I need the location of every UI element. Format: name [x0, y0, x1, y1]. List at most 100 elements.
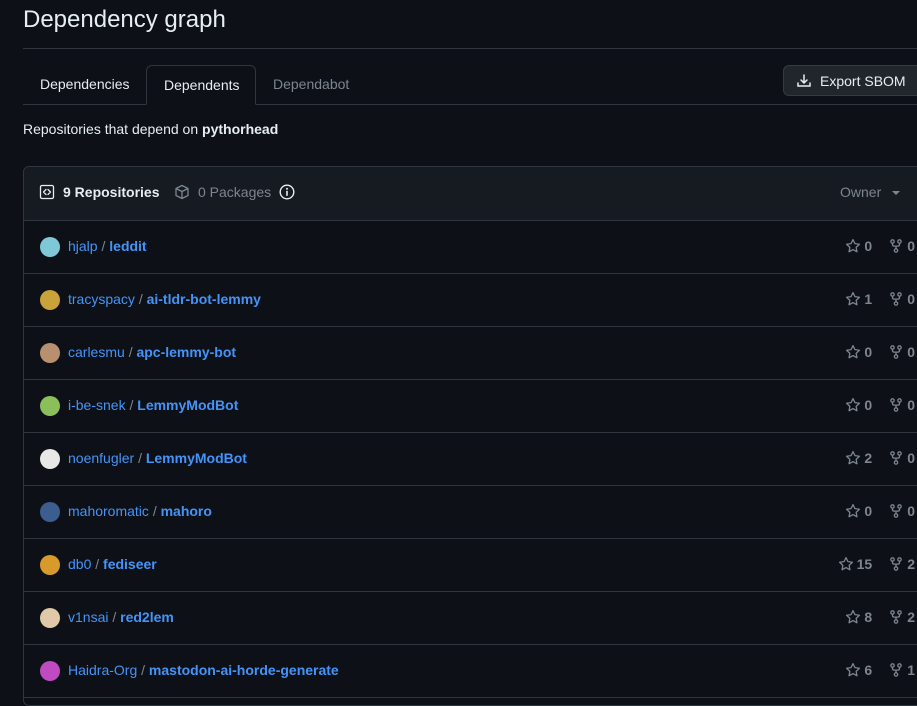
forks-value: 0	[907, 450, 915, 466]
table-row: v1nsai / red2lem 8 2	[24, 592, 917, 645]
forks-count: 0	[888, 450, 915, 466]
avatar[interactable]	[40, 502, 60, 522]
avatar[interactable]	[40, 449, 60, 469]
code-square-icon	[39, 184, 55, 200]
repo-link[interactable]: mastodon-ai-horde-generate	[149, 662, 339, 678]
star-icon	[846, 397, 861, 412]
dependents-rows: hjalp / leddit 0 0 tracyspacy / ai-tldr-…	[24, 221, 917, 698]
repo-name: v1nsai / red2lem	[68, 609, 174, 625]
repo-link[interactable]: mahoro	[161, 503, 212, 519]
avatar[interactable]	[40, 396, 60, 416]
dependents-description: Repositories that depend on pythorhead	[23, 121, 278, 137]
repo-link[interactable]: red2lem	[120, 609, 174, 625]
packages-filter[interactable]: 0 Packages	[174, 184, 295, 200]
stars-value: 2	[864, 450, 873, 466]
star-icon	[846, 503, 861, 518]
repo-link[interactable]: apc-lemmy-bot	[136, 344, 236, 360]
avatar[interactable]	[40, 237, 60, 257]
owner-link[interactable]: carlesmu	[68, 344, 125, 360]
stars-value: 0	[864, 503, 873, 519]
forks-value: 0	[907, 344, 915, 360]
stars-value: 15	[856, 556, 873, 572]
tab-dependents[interactable]: Dependents	[146, 65, 256, 105]
repo-stats: 6 1	[829, 662, 915, 678]
path-separator: /	[95, 556, 104, 572]
export-sbom-button[interactable]: Export SBOM	[783, 65, 917, 96]
repo-link[interactable]: fediseer	[103, 556, 157, 572]
avatar[interactable]	[40, 608, 60, 628]
stars-value: 6	[864, 662, 873, 678]
fork-icon	[890, 663, 903, 677]
owner-link[interactable]: noenfugler	[68, 450, 134, 466]
stars-count: 8	[845, 609, 872, 625]
repo-name: mahoromatic / mahoro	[68, 503, 212, 519]
repo-stats: 15 2	[822, 556, 915, 572]
star-icon	[846, 609, 861, 624]
repo-link[interactable]: LemmyModBot	[137, 397, 238, 413]
fork-icon	[890, 239, 903, 253]
forks-count: 0	[888, 344, 915, 360]
star-icon	[838, 556, 853, 571]
stars-count: 0	[845, 344, 872, 360]
avatar[interactable]	[40, 290, 60, 310]
owner-link[interactable]: db0	[68, 556, 91, 572]
forks-value: 2	[907, 609, 915, 625]
table-row: tracyspacy / ai-tldr-bot-lemmy 1 0	[24, 274, 917, 327]
owner-link[interactable]: Haidra-Org	[68, 662, 137, 678]
repo-stats: 1 0	[829, 291, 915, 307]
repo-name: carlesmu / apc-lemmy-bot	[68, 344, 236, 360]
repo-link[interactable]: LemmyModBot	[146, 450, 247, 466]
repo-name: tracyspacy / ai-tldr-bot-lemmy	[68, 291, 261, 307]
stars-count: 2	[845, 450, 872, 466]
forks-value: 2	[907, 556, 915, 572]
info-icon[interactable]	[279, 184, 295, 200]
export-sbom-label: Export SBOM	[820, 72, 906, 89]
repo-stats: 0 0	[829, 503, 915, 519]
title-divider	[23, 48, 917, 49]
repo-link[interactable]: leddit	[109, 238, 146, 254]
avatar[interactable]	[40, 555, 60, 575]
stars-count: 0	[845, 503, 872, 519]
caret-down-icon	[892, 191, 901, 195]
fork-icon	[890, 345, 903, 359]
path-separator: /	[141, 662, 149, 678]
fork-icon	[890, 398, 903, 412]
table-row: carlesmu / apc-lemmy-bot 0 0	[24, 327, 917, 380]
forks-value: 0	[907, 397, 915, 413]
forks-count: 0	[888, 397, 915, 413]
avatar[interactable]	[40, 661, 60, 681]
owner-filter-label: Owner	[840, 184, 882, 200]
owner-link[interactable]: tracyspacy	[68, 291, 135, 307]
repo-stats: 2 0	[829, 450, 915, 466]
stars-value: 0	[864, 397, 873, 413]
tab-dependencies[interactable]: Dependencies	[23, 65, 146, 104]
package-icon	[175, 184, 189, 200]
path-separator: /	[138, 291, 147, 307]
table-row: hjalp / leddit 0 0	[24, 221, 917, 274]
stars-count: 6	[845, 662, 872, 678]
tab-dependabot[interactable]: Dependabot	[256, 65, 376, 104]
stars-count: 0	[845, 397, 872, 413]
forks-count: 0	[888, 291, 915, 307]
page-title: Dependency graph	[23, 6, 226, 33]
owner-link[interactable]: v1nsai	[68, 609, 108, 625]
repo-stats: 8 2	[829, 609, 915, 625]
owner-link[interactable]: i-be-snek	[68, 397, 126, 413]
packages-count: 0 Packages	[198, 184, 272, 200]
owner-link[interactable]: hjalp	[68, 238, 98, 254]
repo-link[interactable]: ai-tldr-bot-lemmy	[147, 291, 261, 307]
owner-link[interactable]: mahoromatic	[68, 503, 149, 519]
forks-value: 0	[907, 503, 915, 519]
table-row: mahoromatic / mahoro 0 0	[24, 486, 917, 539]
stars-value: 8	[864, 609, 873, 625]
stars-count: 15	[838, 556, 873, 572]
stars-value: 1	[864, 291, 873, 307]
repositories-filter[interactable]: 9 Repositories	[39, 184, 159, 200]
owner-filter-dropdown[interactable]: Owner	[840, 184, 901, 200]
table-row: Haidra-Org / mastodon-ai-horde-generate …	[24, 645, 917, 698]
fork-icon	[890, 292, 903, 306]
star-icon	[846, 238, 861, 253]
stars-value: 0	[864, 238, 873, 254]
repo-stats: 0 0	[829, 397, 915, 413]
avatar[interactable]	[40, 343, 60, 363]
